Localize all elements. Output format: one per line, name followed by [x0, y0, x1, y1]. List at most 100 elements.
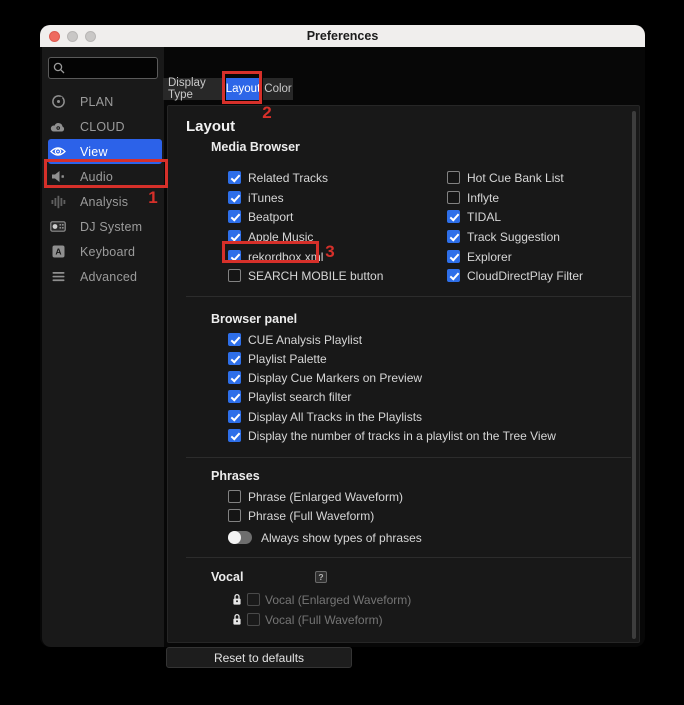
checkbox	[228, 210, 241, 223]
checkbox-playlist-search-filter[interactable]: Playlist search filter	[228, 387, 351, 406]
sidebar-search[interactable]	[48, 57, 158, 79]
checkbox	[228, 371, 241, 384]
checkbox	[447, 269, 460, 282]
zoom-button[interactable]	[85, 31, 96, 42]
sidebar-item-label: CLOUD	[80, 120, 125, 134]
checkbox-label: Playlist search filter	[248, 390, 351, 404]
section-heading-browser-panel: Browser panel	[211, 312, 297, 326]
checkbox-hot-cue-bank-list[interactable]: Hot Cue Bank List	[447, 168, 564, 187]
checkbox-label: Vocal (Full Waveform)	[265, 613, 383, 627]
sidebar-item-audio[interactable]: Audio	[42, 164, 164, 189]
help-icon[interactable]: ?	[315, 571, 327, 583]
checkbox-label: SEARCH MOBILE button	[248, 269, 383, 283]
sidebar-item-advanced[interactable]: Advanced	[42, 264, 164, 289]
section-heading-vocal: Vocal	[211, 570, 243, 584]
sidebar-item-cloud[interactable]: CLOUD	[42, 114, 164, 139]
checkbox-clouddirectplay-filter[interactable]: CloudDirectPlay Filter	[447, 266, 583, 285]
checkbox-itunes[interactable]: iTunes	[228, 188, 284, 207]
checkbox-label: Explorer	[467, 250, 512, 264]
close-button[interactable]	[49, 31, 60, 42]
checkbox	[228, 171, 241, 184]
tab-color[interactable]: Color	[263, 78, 293, 100]
tab-bar: Display Type Layout Color	[163, 78, 293, 100]
checkbox-related-tracks[interactable]: Related Tracks	[228, 168, 328, 187]
checkbox-label: Track Suggestion	[467, 230, 560, 244]
checkbox	[228, 410, 241, 423]
sidebar-item-label: Audio	[80, 170, 113, 184]
checkbox	[447, 230, 460, 243]
checkbox-cue-analysis-playlist[interactable]: CUE Analysis Playlist	[228, 330, 362, 349]
sidebar-item-keyboard[interactable]: A Keyboard	[42, 239, 164, 264]
checkbox-label: Vocal (Enlarged Waveform)	[265, 593, 411, 607]
lock-icon	[232, 593, 242, 606]
keyboard-key-icon: A	[50, 244, 66, 260]
minimize-button[interactable]	[67, 31, 78, 42]
checkbox	[228, 509, 241, 522]
toggle-switch[interactable]	[228, 531, 252, 544]
checkbox	[228, 191, 241, 204]
checkbox-search-mobile-button[interactable]: SEARCH MOBILE button	[228, 266, 383, 285]
plan-disc-icon	[50, 94, 66, 110]
checkbox-display-cue-markers[interactable]: Display Cue Markers on Preview	[228, 368, 422, 387]
checkbox-label: Display the number of tracks in a playli…	[248, 429, 556, 443]
checkbox	[247, 593, 260, 606]
tab-display-type[interactable]: Display Type	[163, 78, 223, 100]
checkbox-phrase-full-waveform[interactable]: Phrase (Full Waveform)	[228, 506, 374, 525]
screen-background: Preferences PLAN	[0, 0, 684, 705]
speaker-icon	[50, 169, 66, 185]
checkbox-label: rekordbox xml	[248, 250, 323, 264]
title-bar[interactable]: Preferences	[40, 25, 645, 47]
sidebar-nav: PLAN CLOUD View	[42, 89, 164, 289]
sidebar-item-plan[interactable]: PLAN	[42, 89, 164, 114]
checkbox-display-all-tracks[interactable]: Display All Tracks in the Playlists	[228, 407, 422, 426]
checkbox-vocal-full-waveform: Vocal (Full Waveform)	[232, 610, 383, 629]
checkbox-label: Beatport	[248, 210, 293, 224]
checkbox-explorer[interactable]: Explorer	[447, 247, 512, 266]
sidebar-item-label: View	[80, 145, 108, 159]
checkbox-display-track-count[interactable]: Display the number of tracks in a playli…	[228, 426, 556, 445]
checkbox-track-suggestion[interactable]: Track Suggestion	[447, 227, 560, 246]
checkbox-playlist-palette[interactable]: Playlist Palette	[228, 349, 327, 368]
checkbox-label: TIDAL	[467, 210, 501, 224]
reset-to-defaults-button[interactable]: Reset to defaults	[166, 647, 352, 668]
scrollbar[interactable]	[632, 111, 636, 639]
layout-settings-panel: Layout Media Browser Related Tracks iTun…	[167, 105, 640, 643]
checkbox	[447, 191, 460, 204]
checkbox-label: Related Tracks	[248, 171, 328, 185]
sidebar-item-label: Analysis	[80, 195, 128, 209]
toggle-label: Always show types of phrases	[261, 531, 422, 545]
checkbox-label: Inflyte	[467, 191, 499, 205]
checkbox-label: Display All Tracks in the Playlists	[248, 410, 422, 424]
checkbox	[228, 390, 241, 403]
section-heading-phrases: Phrases	[211, 469, 260, 483]
checkbox	[228, 250, 241, 263]
sidebar-item-view[interactable]: View	[48, 139, 162, 164]
sidebar-item-dj-system[interactable]: DJ System	[42, 214, 164, 239]
section-divider	[186, 457, 631, 458]
tab-layout[interactable]: Layout	[226, 78, 260, 100]
checkbox-inflyte[interactable]: Inflyte	[447, 188, 499, 207]
checkbox	[228, 490, 241, 503]
checkbox-label: Phrase (Enlarged Waveform)	[248, 490, 403, 504]
checkbox-label: iTunes	[248, 191, 284, 205]
cloud-icon	[50, 119, 66, 135]
checkbox-beatport[interactable]: Beatport	[228, 207, 293, 226]
toggle-always-show-phrase-types[interactable]: Always show types of phrases	[228, 528, 422, 547]
window-body: PLAN CLOUD View	[40, 47, 645, 647]
checkbox-rekordbox-xml[interactable]: rekordbox xml	[228, 247, 323, 266]
search-input[interactable]	[68, 61, 153, 75]
checkbox	[228, 429, 241, 442]
checkbox-phrase-enlarged-waveform[interactable]: Phrase (Enlarged Waveform)	[228, 487, 403, 506]
checkbox-apple-music[interactable]: Apple Music	[228, 227, 313, 246]
sidebar-item-label: PLAN	[80, 95, 113, 109]
dj-system-icon	[50, 219, 66, 235]
checkbox	[447, 210, 460, 223]
checkbox-label: Apple Music	[248, 230, 313, 244]
checkbox	[447, 171, 460, 184]
svg-text:A: A	[55, 247, 61, 257]
sidebar-item-analysis[interactable]: Analysis	[42, 189, 164, 214]
checkbox-tidal[interactable]: TIDAL	[447, 207, 501, 226]
section-divider	[186, 296, 631, 297]
checkbox	[228, 230, 241, 243]
page-title: Layout	[186, 118, 235, 135]
